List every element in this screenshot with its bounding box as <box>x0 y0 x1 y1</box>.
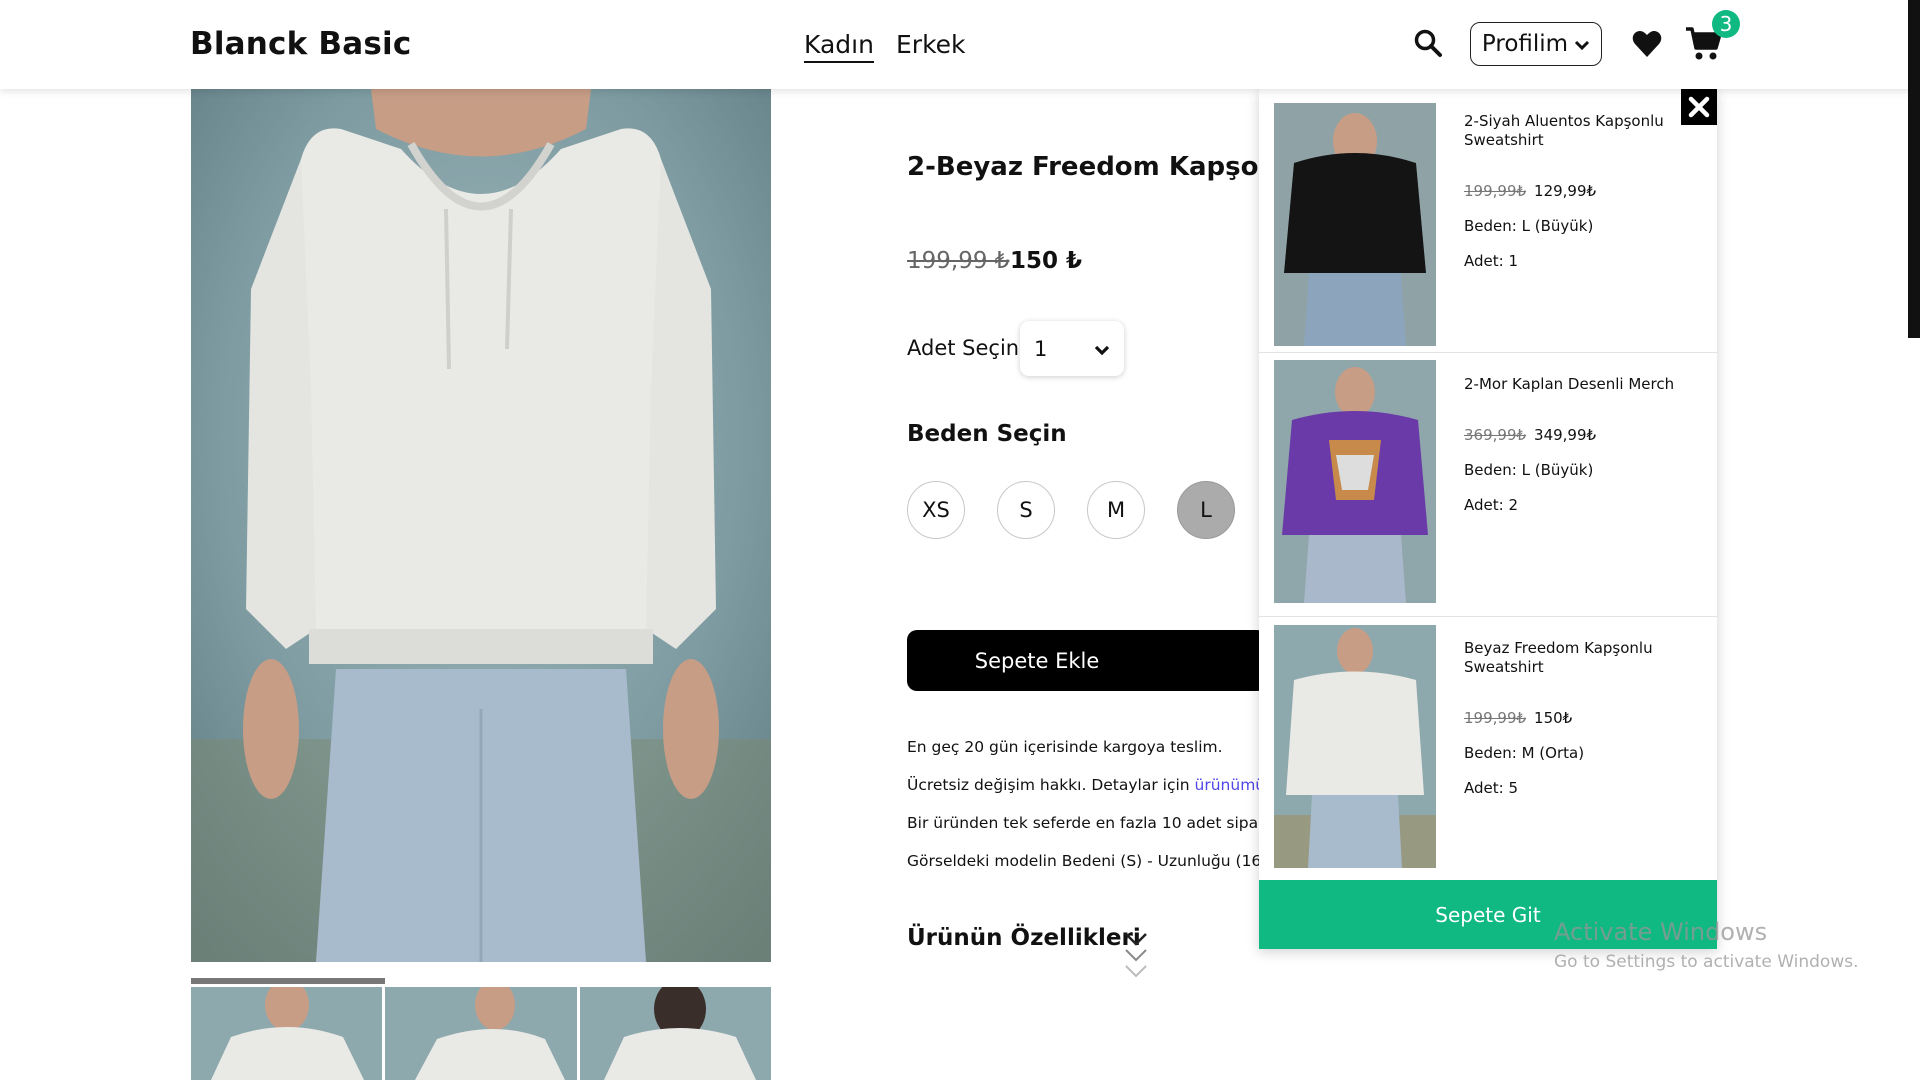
activation-watermark: Activate Windows Go to Settings to activ… <box>1554 918 1859 972</box>
cart-item-old-price: 369,99₺ <box>1464 426 1527 444</box>
product-main-image <box>191 89 771 962</box>
size-option-s[interactable]: S <box>997 481 1055 539</box>
cart-item-image[interactable] <box>1274 625 1436 868</box>
cart-item-name[interactable]: 2-Mor Kaplan Desenli Merch <box>1464 375 1684 394</box>
profile-dropdown-button[interactable]: Profilim <box>1470 22 1602 66</box>
profile-label: Profilim <box>1481 31 1569 57</box>
info-item: Görseldeki modelin Bedeni (S) - Uzunluğu… <box>907 846 1260 884</box>
info-item: Bir üründen tek seferde en fazla 10 adet… <box>907 808 1260 846</box>
heart-icon[interactable] <box>1632 30 1662 58</box>
cart-item-name[interactable]: 2-Siyah Aluentos Kapşonlu Sweatshirt <box>1464 112 1684 150</box>
size-label: Beden Seçin <box>907 421 1067 447</box>
cart-count-badge: 3 <box>1712 10 1740 38</box>
info-item: En geç 20 gün içerisinde kargoya teslim. <box>907 732 1260 770</box>
cart-item: 2-Mor Kaplan Desenli Merch 369,99₺ 349,9… <box>1259 353 1717 617</box>
cart-item-prices: 369,99₺ 349,99₺ <box>1464 426 1596 444</box>
cart-item-prices: 199,99₺ 150₺ <box>1464 709 1572 727</box>
cart-item-qty: Adet: 2 <box>1464 496 1518 514</box>
cart-item-size: Beden: L (Büyük) <box>1464 217 1594 235</box>
cart-item-price: 150₺ <box>1534 709 1573 727</box>
chevron-down-icon <box>1094 337 1110 361</box>
cart-item: Beyaz Freedom Kapşonlu Sweatshirt 199,99… <box>1259 617 1717 880</box>
search-icon[interactable] <box>1413 28 1443 58</box>
quantity-value: 1 <box>1034 336 1048 361</box>
thumbnail-3[interactable] <box>579 987 771 1080</box>
close-icon[interactable] <box>1681 89 1717 125</box>
features-heading[interactable]: Ürünün Özellikleri <box>907 925 1141 951</box>
expand-chevrons-icon[interactable] <box>1123 930 1149 980</box>
thumbnail-2[interactable] <box>385 987 577 1080</box>
cart-item-size: Beden: M (Orta) <box>1464 744 1585 762</box>
product-price: 150 ₺ <box>1010 248 1083 274</box>
cart-item-qty: Adet: 1 <box>1464 252 1518 270</box>
watermark-subtitle: Go to Settings to activate Windows. <box>1554 952 1859 972</box>
add-to-cart-button[interactable]: Sepete Ekle <box>907 630 1267 691</box>
size-guide-link[interactable]: ürünümü nasıl <box>1195 776 1260 794</box>
site-header: Blanck Basic Kadın Erkek Profilim 3 <box>0 0 1920 89</box>
product-old-price: 199,99 ₺ <box>907 248 1010 274</box>
cart-item-name[interactable]: Beyaz Freedom Kapşonlu Sweatshirt <box>1464 639 1684 677</box>
cart-item-old-price: 199,99₺ <box>1464 182 1527 200</box>
nav-link-kadin[interactable]: Kadın <box>804 30 874 63</box>
quantity-label: Adet Seçin <box>907 336 1020 360</box>
thumbnail-strip <box>191 987 771 1080</box>
chevron-down-icon <box>1574 31 1590 57</box>
product-title: 2-Beyaz Freedom Kapşonlu Sweatshirt <box>907 152 1259 182</box>
cart-item: 2-Siyah Aluentos Kapşonlu Sweatshirt 199… <box>1259 89 1717 353</box>
cart-item-size: Beden: L (Büyük) <box>1464 461 1594 479</box>
size-option-l[interactable]: L <box>1177 481 1235 539</box>
nav-link-erkek[interactable]: Erkek <box>896 30 966 59</box>
cart-item-qty: Adet: 5 <box>1464 779 1518 797</box>
product-info-list: En geç 20 gün içerisinde kargoya teslim.… <box>907 732 1260 884</box>
cart-item-image[interactable] <box>1274 103 1436 346</box>
gallery-progress-bar <box>191 978 385 984</box>
size-option-xs[interactable]: XS <box>907 481 965 539</box>
cart-item-old-price: 199,99₺ <box>1464 709 1527 727</box>
cart-item-price: 349,99₺ <box>1534 426 1597 444</box>
thumbnail-1[interactable] <box>191 987 383 1080</box>
info-item: Ücretsiz değişim hakkı. Detaylar için ür… <box>907 770 1260 808</box>
cart-dropdown: 2-Siyah Aluentos Kapşonlu Sweatshirt 199… <box>1259 89 1717 949</box>
cart-item-prices: 199,99₺ 129,99₺ <box>1464 182 1596 200</box>
cart-item-image[interactable] <box>1274 360 1436 603</box>
size-option-m[interactable]: M <box>1087 481 1145 539</box>
quantity-select[interactable]: 1 <box>1020 321 1124 376</box>
brand-logo[interactable]: Blanck Basic <box>190 26 411 62</box>
watermark-title: Activate Windows <box>1554 918 1768 946</box>
scrollbar[interactable] <box>1908 0 1920 338</box>
cart-item-price: 129,99₺ <box>1534 182 1597 200</box>
